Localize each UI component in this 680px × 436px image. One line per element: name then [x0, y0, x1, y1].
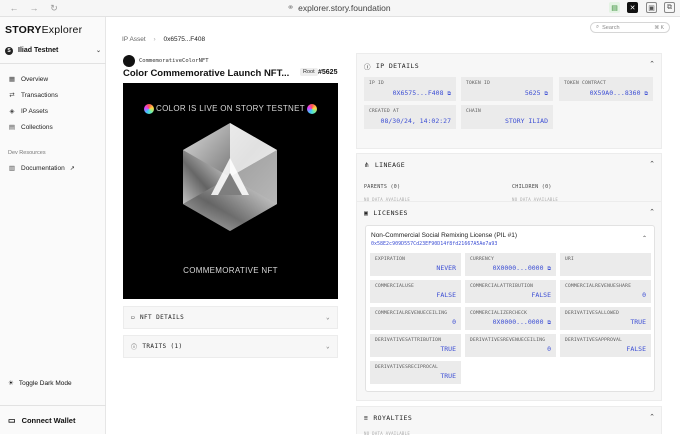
field-created-at: CREATED AT 08/30/24, 14:02:27 — [364, 105, 456, 129]
license-field: COMMERCIALREVENUESHARE 0 — [560, 280, 651, 303]
external-link-icon: ↗ — [69, 165, 75, 172]
license-field: CURRENCY 0X0000...0000 ⧉ — [465, 253, 556, 276]
license-name: Non-Commercial Social Remixing License (… — [371, 232, 518, 239]
wallet-icon: ▭ — [8, 415, 16, 425]
arrow-left-icon[interactable]: ← — [8, 3, 20, 13]
dev-resources-heading: Dev Resources — [8, 150, 46, 156]
license-field: DERIVATIVESALLOWED TRUE — [560, 307, 651, 330]
network-icon: S — [5, 46, 13, 55]
token-number: #5625 — [318, 69, 338, 76]
reload-icon[interactable]: ↻ — [48, 3, 60, 14]
chevron-down-icon: ⌄ — [325, 343, 330, 350]
ip-details-header[interactable]: ⓘ IP DETAILS — [364, 61, 419, 71]
search-icon: ⌕ — [596, 24, 600, 30]
license-field: COMMERCIALIZERCHECK 0X0000...0000 ⧉ — [465, 307, 556, 330]
sidebar-item-collections[interactable]: ▤ Collections — [8, 123, 53, 132]
license-hash-link[interactable]: 0x58E2c909D557Cd23EF90D14f8fd21667A5Ae7a… — [371, 241, 497, 247]
sidebar-divider — [0, 63, 106, 64]
license-field: DERIVATIVESAPPROVAL FALSE — [560, 334, 651, 357]
breadcrumb-current: 0x6575...F408 — [163, 36, 206, 43]
lineage-icon: ⋔ — [364, 161, 370, 169]
search-shortcut: ⌘ K — [654, 24, 664, 31]
field-chain: CHAIN STORY ILIAD — [461, 105, 553, 129]
root-badge: Root — [300, 68, 318, 76]
license-field: COMMERCIALUSE FALSE — [370, 280, 461, 303]
chevron-up-icon[interactable]: ⌃ — [649, 160, 655, 168]
copy-icon: ⧉ — [547, 320, 551, 326]
info-icon: ⓘ — [364, 63, 371, 71]
copy-icon: ⧉ — [447, 91, 451, 97]
ip-icon: ◈ — [9, 108, 15, 115]
card-icon: ▭ — [131, 314, 136, 321]
royalties-header[interactable]: ≡ ROYALTIES — [364, 414, 412, 422]
sidebar-item-documentation[interactable]: ▥ Documentation ↗ — [8, 164, 75, 173]
field-token-contract: TOKEN CONTRACT 0X59A0...8360 ⧉ — [559, 77, 653, 101]
asset-title: Color Commemorative Launch NFT... — [123, 68, 290, 79]
license-field: DERIVATIVESATTRIBUTION TRUE — [370, 334, 461, 357]
chevron-down-icon: ⌄ — [325, 314, 330, 321]
grid-icon: ▦ — [8, 76, 16, 83]
sidebar-item-ip-assets[interactable]: ◈ IP Assets — [8, 107, 48, 116]
copy-icon: ⧉ — [644, 91, 648, 97]
lineage-header[interactable]: ⋔ LINEAGE — [364, 161, 405, 169]
license-panel: Non-Commercial Social Remixing License (… — [365, 225, 655, 392]
search-input[interactable]: ⌕ Search ⌘ K — [590, 22, 670, 33]
license-field: EXPIRATION NEVER — [370, 253, 461, 276]
field-ip-id: IP ID 0X6575...F408 ⧉ — [364, 77, 456, 101]
breadcrumb-separator: › — [153, 36, 156, 43]
url-text: explorer.story.foundation — [298, 2, 391, 13]
sidebar: STORYExplorer S Iliad Testnet ⌄ ▦ Overvi… — [0, 17, 106, 434]
network-name: Iliad Testnet — [18, 47, 59, 54]
license-field: COMMERCIALATTRIBUTION FALSE — [465, 280, 556, 303]
arrow-right-icon[interactable]: → — [28, 3, 40, 13]
connect-wallet-button[interactable]: ▭ Connect Wallet — [0, 405, 106, 434]
license-icon: ▣ — [364, 209, 369, 217]
license-field: DERIVATIVESREVENUECEILING 0 — [465, 334, 556, 357]
copy-icon: ⧉ — [547, 266, 551, 272]
dark-mode-toggle[interactable]: ☀ Toggle Dark Mode — [8, 379, 72, 388]
chevron-up-icon[interactable]: ⌃ — [649, 413, 655, 421]
tabs-icon[interactable]: ⧉ — [664, 2, 675, 13]
traits-accordion[interactable]: ⓘ TRAITS (1) ⌄ — [123, 335, 338, 358]
collection-avatar — [123, 55, 135, 67]
children-label: CHILDREN (0) — [512, 184, 552, 190]
sidebar-item-overview[interactable]: ▦ Overview — [8, 75, 48, 84]
field-token-id: TOKEN ID 5625 ⧉ — [461, 77, 553, 101]
network-selector[interactable]: S Iliad Testnet ⌄ — [5, 44, 101, 57]
breadcrumb-root[interactable]: IP Asset — [122, 36, 146, 43]
browser-toolbar: ← → ↻ ⚭ explorer.story.foundation ▤ ✕ ▣ … — [0, 0, 680, 17]
license-field: DERIVATIVESRECIPROCAL TRUE — [370, 361, 461, 384]
collection-link[interactable]: CommemorativeColorNFT — [123, 55, 209, 67]
license-field: COMMERCIALREVENUECEILING 0 — [370, 307, 461, 330]
extension-icon[interactable]: ✕ — [627, 2, 638, 13]
collections-icon: ▤ — [8, 124, 16, 131]
licenses-card: ▣ LICENSES ⌃ Non-Commercial Social Remix… — [356, 201, 662, 401]
nft-artwork: COLOR IS LIVE ON STORY TESTNET COMMEMORA… — [123, 83, 338, 299]
extension-icon[interactable]: ▤ — [609, 2, 620, 13]
link-icon: ⚭ — [287, 2, 295, 12]
license-field: URI — [560, 253, 651, 276]
address-bar[interactable]: ⚭ explorer.story.foundation — [287, 2, 391, 13]
swap-icon: ⇄ — [9, 92, 15, 99]
nft-details-accordion[interactable]: ▭ NFT DETAILS ⌄ — [123, 306, 338, 329]
breadcrumb: IP Asset › 0x6575...F408 — [122, 36, 205, 43]
parents-label: PARENTS (0) — [364, 184, 401, 190]
royalties-card: ≡ ROYALTIES ⌃ NO DATA AVAILABLE — [356, 406, 662, 436]
ip-details-card: ⓘ IP DETAILS ⌃ IP ID 0X6575...F408 ⧉ TOK… — [356, 53, 662, 149]
royalties-icon: ≡ — [364, 414, 369, 422]
chevron-up-icon[interactable]: ⌃ — [649, 208, 655, 216]
tab-overview-icon[interactable]: ▣ — [646, 2, 657, 13]
artwork-bottom-text: COMMEMORATIVE NFT — [183, 266, 278, 275]
info-icon: ⓘ — [131, 344, 138, 351]
book-icon: ▥ — [8, 165, 16, 172]
licenses-header[interactable]: ▣ LICENSES — [364, 209, 408, 217]
chevron-up-icon[interactable]: ⌃ — [649, 60, 655, 68]
brand-logo[interactable]: STORYExplorer — [5, 24, 82, 36]
sun-icon: ☀ — [8, 380, 14, 387]
main-content: IP Asset › 0x6575...F408 ⌕ Search ⌘ K Co… — [106, 17, 680, 436]
sidebar-item-transactions[interactable]: ⇄ Transactions — [8, 91, 58, 100]
copy-icon: ⧉ — [544, 91, 548, 97]
chevron-up-icon[interactable]: ⌃ — [642, 235, 647, 242]
chevron-down-icon: ⌄ — [95, 48, 101, 54]
